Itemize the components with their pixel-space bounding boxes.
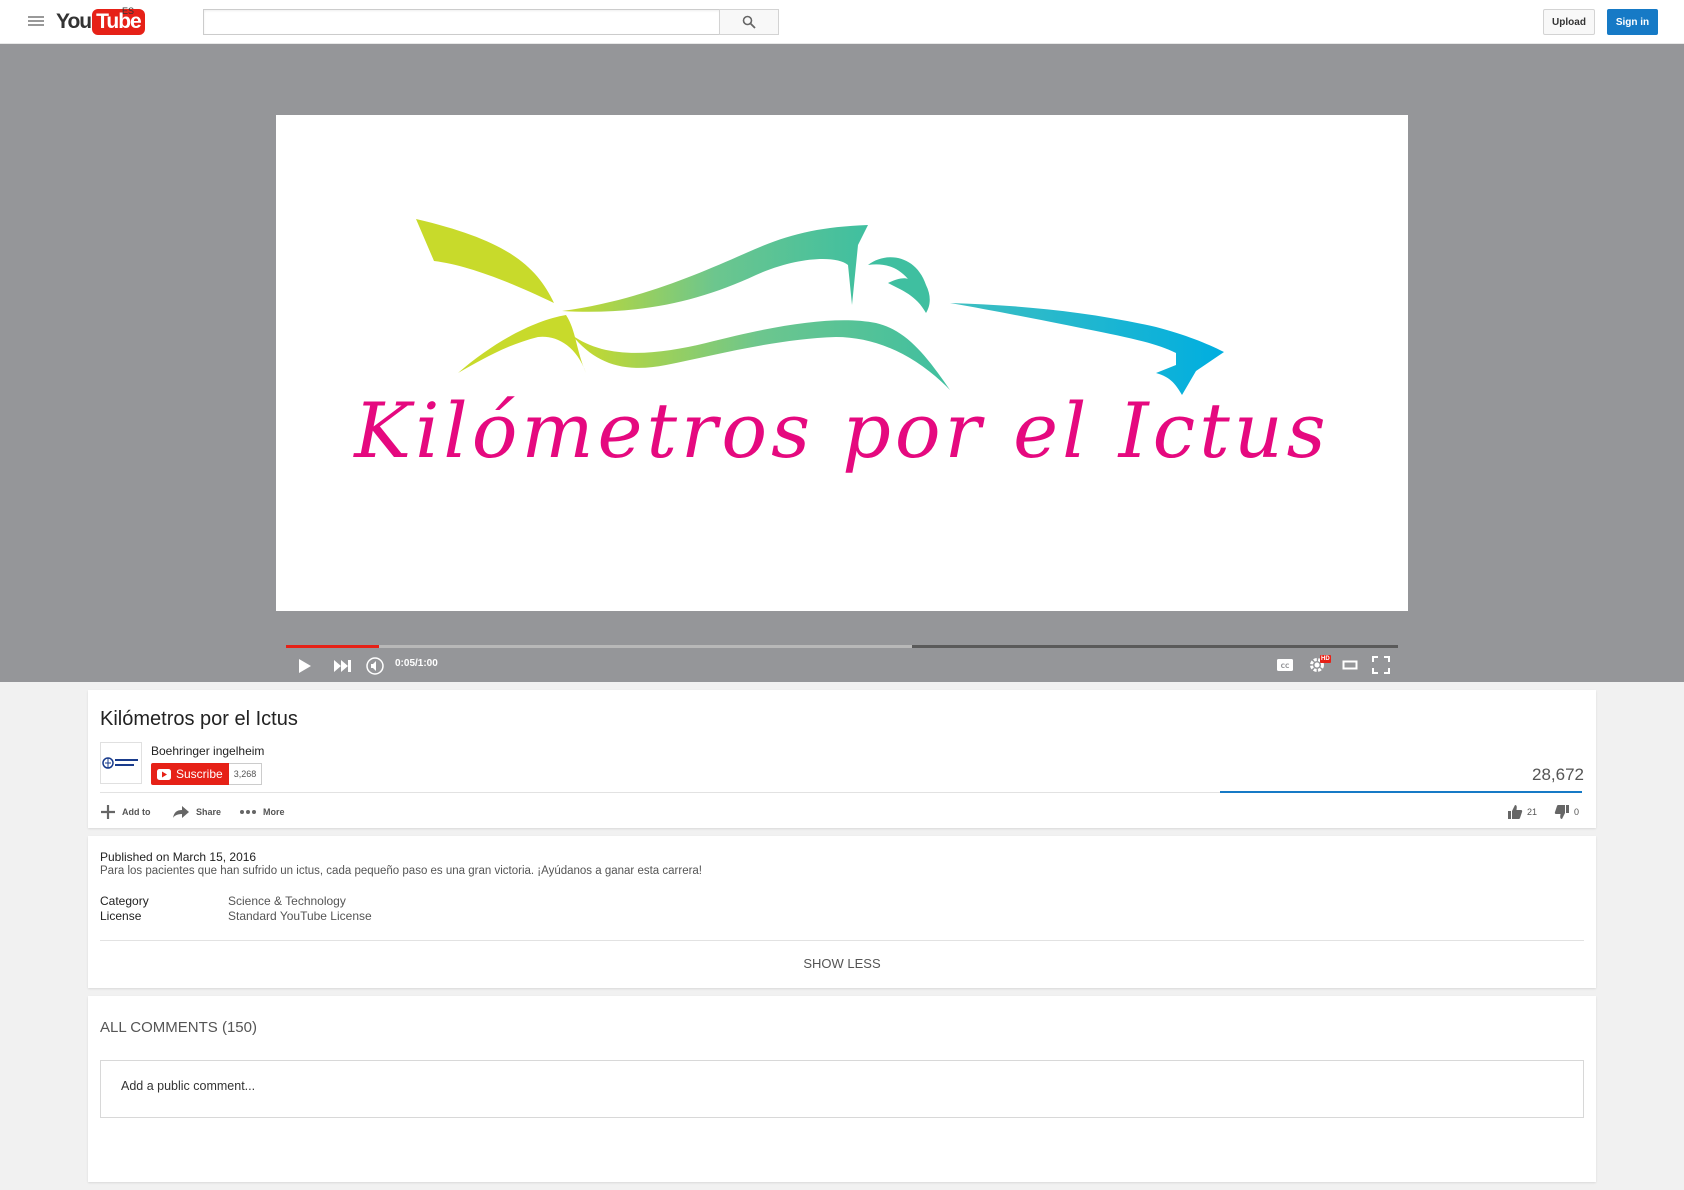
channel-avatar[interactable] [100,742,142,784]
logo-tube-text: Tube [92,9,145,35]
logo-wing-shape [416,219,554,303]
hd-badge: HD [1320,655,1331,663]
logo-tail [950,303,1224,395]
share-label: Share [196,807,222,817]
youtube-logo[interactable]: You Tube ES [56,6,145,36]
info-divider [100,792,1220,793]
video-info-card: Kilómetros por el Ictus Boehringer ingel… [88,690,1596,828]
youtube-play-icon [157,768,171,780]
share-button[interactable]: Share [172,802,221,822]
progress-played [286,645,379,648]
more-button[interactable]: More [239,802,285,822]
captions-icon[interactable]: CC [1276,658,1294,672]
comments-header: ALL COMMENTS (150) [100,1019,257,1036]
view-count: 28,672 [1532,765,1584,784]
video-logo-artwork: Kilómetros por el Ictus [352,219,1329,475]
add-icon [101,805,115,819]
license-label: License [100,909,142,923]
show-less-button[interactable]: SHOW LESS [88,956,1596,971]
sentiment-bar [1220,791,1582,793]
search-icon [742,15,756,29]
subscribe-label: Suscribe [176,767,223,781]
channel-logo-image [102,757,138,769]
guide-menu-icon[interactable] [28,14,44,30]
add-to-label: Add to [122,807,151,817]
upload-button[interactable]: Upload [1543,9,1595,35]
published-date: Published on March 15, 2016 [100,850,257,864]
volume-icon[interactable] [366,657,384,675]
comments-card: ALL COMMENTS (150) Add a public comment.… [88,996,1596,1182]
more-dots-icon [240,810,256,814]
like-count: 21 [1527,807,1538,817]
time-display: 0:05/1:00 [395,658,438,669]
logo-front-wing [458,315,586,373]
description-text: Para los pacientes que han sufrido un ic… [100,865,703,877]
logo-body-upper [562,225,868,312]
logo-cockpit [868,257,930,313]
progress-bar[interactable] [286,645,1398,648]
dislike-button[interactable]: 0 [1554,802,1579,822]
search-button[interactable] [719,9,779,35]
sign-in-button[interactable]: Sign in [1607,9,1658,35]
category-label: Category [100,894,149,908]
search-input[interactable] [203,9,720,35]
subscriber-count: 3,268 [228,763,263,785]
masthead: You Tube ES Upload Sign in [0,0,1684,44]
comment-input[interactable]: Add a public comment... [100,1060,1584,1118]
svg-text:CC: CC [1281,663,1290,670]
video-title: Kilómetros por el Ictus [100,708,298,730]
description-card: Published on March 15, 2016 Para los pac… [88,836,1596,988]
thumbs-up-icon [1508,805,1523,819]
video-player: Kilómetros por el Ictus 0:05/1:00 CC HD [0,44,1684,682]
next-icon[interactable] [333,659,353,673]
category-value[interactable]: Science & Technology [228,894,346,908]
logo-body-lower [572,320,950,390]
video-logo-text: Kilómetros por el Ictus [352,386,1329,475]
country-code: ES [122,6,135,16]
thumbs-down-icon [1554,805,1569,819]
play-icon[interactable] [298,658,312,674]
logo-you-text: You [56,10,92,33]
theater-mode-icon[interactable] [1342,659,1358,671]
share-icon [173,806,189,818]
license-value: Standard YouTube License [228,909,372,923]
subscribe-label-wrap: Suscribe [151,763,229,785]
progress-loaded [286,645,913,648]
fullscreen-icon[interactable] [1372,656,1390,674]
sentiment-likes-bar [1220,791,1582,793]
subscribe-button[interactable]: Suscribe 3,268 [151,763,263,785]
more-label: More [263,807,285,817]
add-to-button[interactable]: Add to [100,802,151,822]
video-screen[interactable]: Kilómetros por el Ictus [276,115,1408,611]
like-button[interactable]: 21 [1507,802,1537,822]
channel-name-link[interactable]: Boehringer ingelheim [151,744,264,758]
description-divider [100,940,1584,941]
dislike-count: 0 [1574,807,1580,817]
